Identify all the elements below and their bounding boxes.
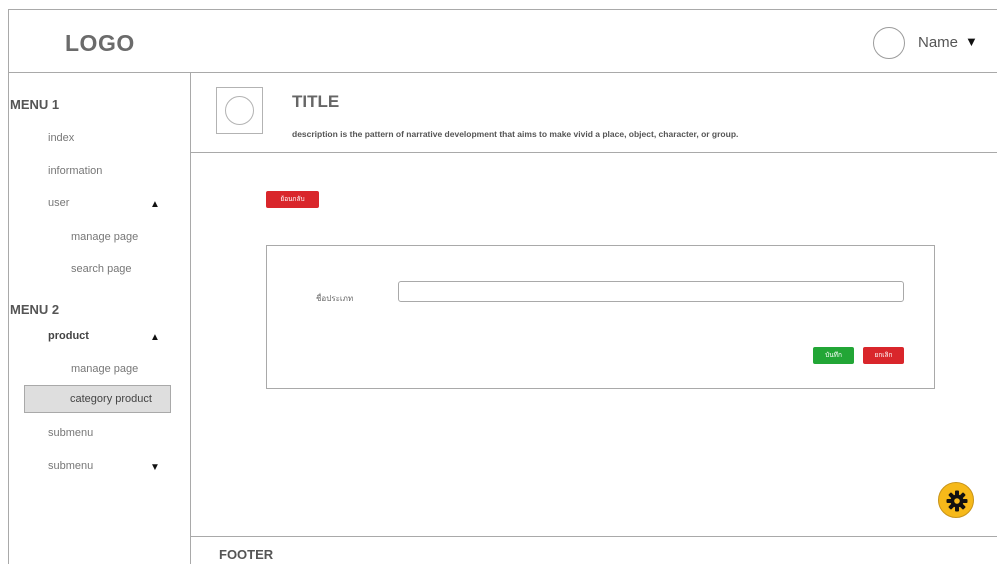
sidebar-item-index[interactable]: index	[48, 132, 74, 144]
top-header: LOGO Name ▼	[9, 10, 997, 73]
sidebar: MENU 1 index information user ▲ manage p…	[9, 73, 191, 564]
chevron-up-icon[interactable]: ▲	[150, 332, 160, 343]
app-frame: LOGO Name ▼ MENU 1 index information use…	[8, 9, 997, 564]
sidebar-item-information[interactable]: information	[48, 165, 102, 177]
back-button[interactable]: ย้อนกลับ	[266, 191, 319, 208]
sidebar-item-category-product[interactable]: category product	[24, 385, 171, 413]
user-name[interactable]: Name	[918, 34, 958, 51]
chevron-up-icon[interactable]: ▲	[150, 199, 160, 210]
menu-1-title: MENU 1	[10, 97, 60, 112]
save-button[interactable]: บันทึก	[813, 347, 854, 364]
cancel-button[interactable]: ยกเลิก	[863, 347, 904, 364]
footer: FOOTER	[191, 536, 997, 564]
footer-text: FOOTER	[219, 547, 274, 562]
avatar[interactable]	[873, 27, 905, 59]
image-placeholder-icon	[225, 96, 254, 125]
page-header: TITLE description is the pattern of narr…	[191, 73, 997, 153]
page-title: TITLE	[292, 92, 340, 111]
menu-2-title: MENU 2	[10, 302, 60, 317]
page-thumbnail	[216, 87, 263, 134]
chevron-down-icon[interactable]: ▼	[150, 462, 160, 473]
sidebar-item-label: category product	[70, 393, 152, 405]
gear-icon	[946, 490, 968, 512]
page-description: description is the pattern of narrative …	[292, 129, 739, 139]
user-menu-caret-icon[interactable]: ▼	[965, 34, 978, 49]
category-name-input[interactable]	[398, 281, 904, 302]
sidebar-item-product-manage-page[interactable]: manage page	[71, 363, 138, 375]
sidebar-item-submenu-2[interactable]: submenu	[48, 460, 93, 472]
sidebar-item-search-page[interactable]: search page	[71, 263, 132, 275]
sidebar-item-user[interactable]: user	[48, 197, 69, 209]
logo[interactable]: LOGO	[65, 30, 135, 57]
category-name-label: ชื่อประเภท	[316, 294, 354, 303]
settings-button[interactable]	[938, 482, 974, 518]
sidebar-item-product[interactable]: product	[48, 330, 89, 342]
sidebar-item-submenu[interactable]: submenu	[48, 427, 93, 439]
sidebar-item-manage-page[interactable]: manage page	[71, 231, 138, 243]
form-card: ชื่อประเภท บันทึก ยกเลิก	[266, 245, 935, 389]
